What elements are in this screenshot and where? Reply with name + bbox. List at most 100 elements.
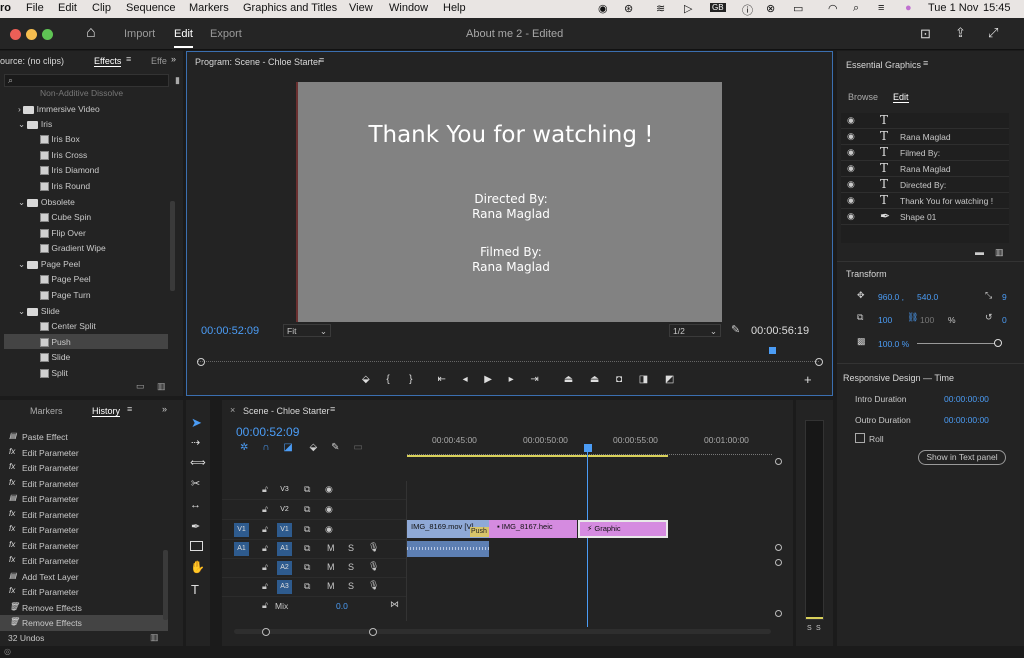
extract-icon[interactable]: ⏏ <box>590 374 599 385</box>
lock-icon[interactable]: 🔓︎ <box>262 562 268 573</box>
effect-slide[interactable]: Slide <box>40 352 70 363</box>
lift-icon[interactable]: ⏏ <box>564 374 573 385</box>
program-ruler[interactable] <box>197 352 819 362</box>
panel-menu-icon[interactable]: ≡ <box>923 58 928 68</box>
microphone-icon[interactable]: 🎙︎ <box>368 542 379 553</box>
filmed-name[interactable]: Rana Maglad <box>298 260 724 274</box>
status-icon-2[interactable]: ≋ <box>656 2 665 15</box>
panel-menu-icon[interactable]: ≡ <box>126 54 131 64</box>
scale-value[interactable]: 100 <box>878 315 892 325</box>
history-item[interactable]: fx Edit Parameter <box>0 584 168 600</box>
history-item[interactable]: fx Edit Parameter <box>0 476 168 492</box>
graphic-layer[interactable]: ◉ T <box>841 113 1009 129</box>
panel-menu-icon[interactable]: ≡ <box>330 404 335 414</box>
more-panels-icon[interactable]: » <box>162 404 167 414</box>
lock-icon[interactable]: 🔓︎ <box>262 600 268 611</box>
menu-markers[interactable]: Markers <box>189 2 229 14</box>
close-sequence-icon[interactable]: × <box>230 405 235 415</box>
sync-icon[interactable]: ⧉ <box>304 543 310 554</box>
graphic-layer[interactable]: ◉ ✒ Shape 01 <box>841 209 1009 225</box>
history-item[interactable]: fx Edit Parameter <box>0 553 168 569</box>
mix-value[interactable]: 0.0 <box>336 601 348 611</box>
solo-left-button[interactable]: S <box>807 625 812 632</box>
graphic-layer[interactable]: ◉ T Rana Maglad <box>841 129 1009 145</box>
play-icon[interactable]: ▶ <box>484 374 492 385</box>
eye-icon[interactable]: ◉ <box>847 179 855 190</box>
razor-tool-icon[interactable]: ✂ <box>191 477 200 490</box>
clip-img8167[interactable]: ▪ IMG_8167.heic <box>489 520 577 538</box>
work-area-bar[interactable] <box>407 455 668 457</box>
history-scrollbar[interactable] <box>163 550 168 620</box>
mute-button[interactable]: M <box>327 562 335 572</box>
scale-height-value[interactable]: 100 <box>920 315 934 325</box>
mark-in-icon[interactable]: { <box>386 374 389 385</box>
battery-icon[interactable]: ▭ <box>793 2 803 15</box>
program-playhead[interactable] <box>769 347 776 354</box>
new-folder-icon[interactable]: ▭ <box>136 381 145 392</box>
status-icon-1[interactable]: ◉ <box>598 2 608 15</box>
vertical-zoom-handle[interactable] <box>775 610 782 617</box>
track-label-a1[interactable]: A1 <box>277 542 292 556</box>
delete-history-icon[interactable]: ▥ <box>150 632 159 643</box>
slip-tool-icon[interactable]: ↔ <box>190 499 201 511</box>
close-window-button[interactable] <box>10 29 21 40</box>
track-label-a2[interactable]: A2 <box>277 561 292 575</box>
source-label[interactable]: ource: (no clips) <box>0 56 64 66</box>
history-item[interactable]: fx Edit Parameter <box>0 522 168 538</box>
menu-help[interactable]: Help <box>443 2 466 14</box>
roll-checkbox[interactable] <box>855 433 865 443</box>
quick-export-icon[interactable]: ⊡ <box>920 26 931 42</box>
folder-slide[interactable]: ⌄ Slide <box>18 306 60 317</box>
solo-right-button[interactable]: S <box>816 625 821 632</box>
track-select-tool-icon[interactable]: ⇢ <box>191 436 200 449</box>
mute-button[interactable]: M <box>327 543 335 553</box>
eye-icon[interactable]: ◉ <box>325 524 333 535</box>
history-item[interactable]: ▤ Edit Parameter <box>0 491 168 507</box>
vertical-zoom-handle[interactable] <box>775 559 782 566</box>
timeline-timecode[interactable]: 00:00:52:09 <box>236 425 299 439</box>
type-tool-icon[interactable]: T <box>191 582 199 597</box>
directed-label[interactable]: Directed By: <box>298 192 724 206</box>
effect-page-peel[interactable]: Page Peel <box>40 274 91 285</box>
microphone-icon[interactable]: 🎙︎ <box>368 580 379 591</box>
position-y[interactable]: 540.0 <box>917 292 938 302</box>
delete-icon[interactable]: ▥ <box>157 381 166 392</box>
wrench-icon[interactable]: ✎ <box>731 323 740 336</box>
history-item[interactable]: 🗑︎ Remove Effects <box>0 600 168 616</box>
lock-icon[interactable]: 🔓︎ <box>262 543 268 554</box>
panel-menu-icon[interactable]: ≡ <box>319 55 324 65</box>
effects-scrollbar[interactable] <box>170 201 175 291</box>
scroll-handle-right[interactable] <box>369 628 377 636</box>
new-bin-icon[interactable]: ▮ <box>175 75 180 86</box>
program-timecode[interactable]: 00:00:52:09 <box>201 325 259 337</box>
sync-icon[interactable]: ⧉ <box>304 562 310 573</box>
wifi-icon[interactable]: ◠ <box>828 2 838 15</box>
anchor-value[interactable]: 9 <box>1002 292 1007 302</box>
hand-tool-icon[interactable]: ✋ <box>190 560 205 574</box>
effect-iris-cross[interactable]: Iris Cross <box>40 150 87 161</box>
sync-icon[interactable]: ⧉ <box>304 581 310 592</box>
effects-search-input[interactable]: ⌕ <box>4 74 169 87</box>
pen-tool-icon[interactable]: ✒ <box>191 520 200 533</box>
eye-icon[interactable]: ◉ <box>847 147 855 158</box>
timeline-scrollbar[interactable] <box>234 629 771 634</box>
solo-button[interactable]: S <box>348 562 354 572</box>
camera-icon[interactable]: ◘ <box>616 374 622 385</box>
folder-iris[interactable]: ⌄ Iris <box>18 119 52 130</box>
history-item[interactable]: ▤ Paste Effect <box>0 429 168 445</box>
captions-icon[interactable]: ▭ <box>353 442 362 453</box>
frame-title-text[interactable]: Thank You for watching ! <box>298 122 724 148</box>
vertical-zoom-handle[interactable] <box>775 458 782 465</box>
effect-push[interactable]: Push <box>4 334 168 349</box>
snap-icon[interactable]: ∩ <box>262 442 269 453</box>
fullscreen-icon[interactable]: ⤢ <box>988 25 998 41</box>
history-item[interactable]: fx Edit Parameter <box>0 507 168 523</box>
selection-tool-icon[interactable]: ➤ <box>191 415 202 431</box>
eye-icon[interactable]: ◉ <box>847 131 855 142</box>
effect-iris-box[interactable]: Iris Box <box>40 134 80 145</box>
menu-graphics[interactable]: Graphics and Titles <box>243 2 337 14</box>
mark-out-icon[interactable]: } <box>409 374 412 385</box>
track-label-v1[interactable]: V1 <box>277 523 292 537</box>
timeline-playhead-handle[interactable] <box>584 444 592 452</box>
graphic-layer[interactable]: ◉ T Rana Maglad <box>841 161 1009 177</box>
